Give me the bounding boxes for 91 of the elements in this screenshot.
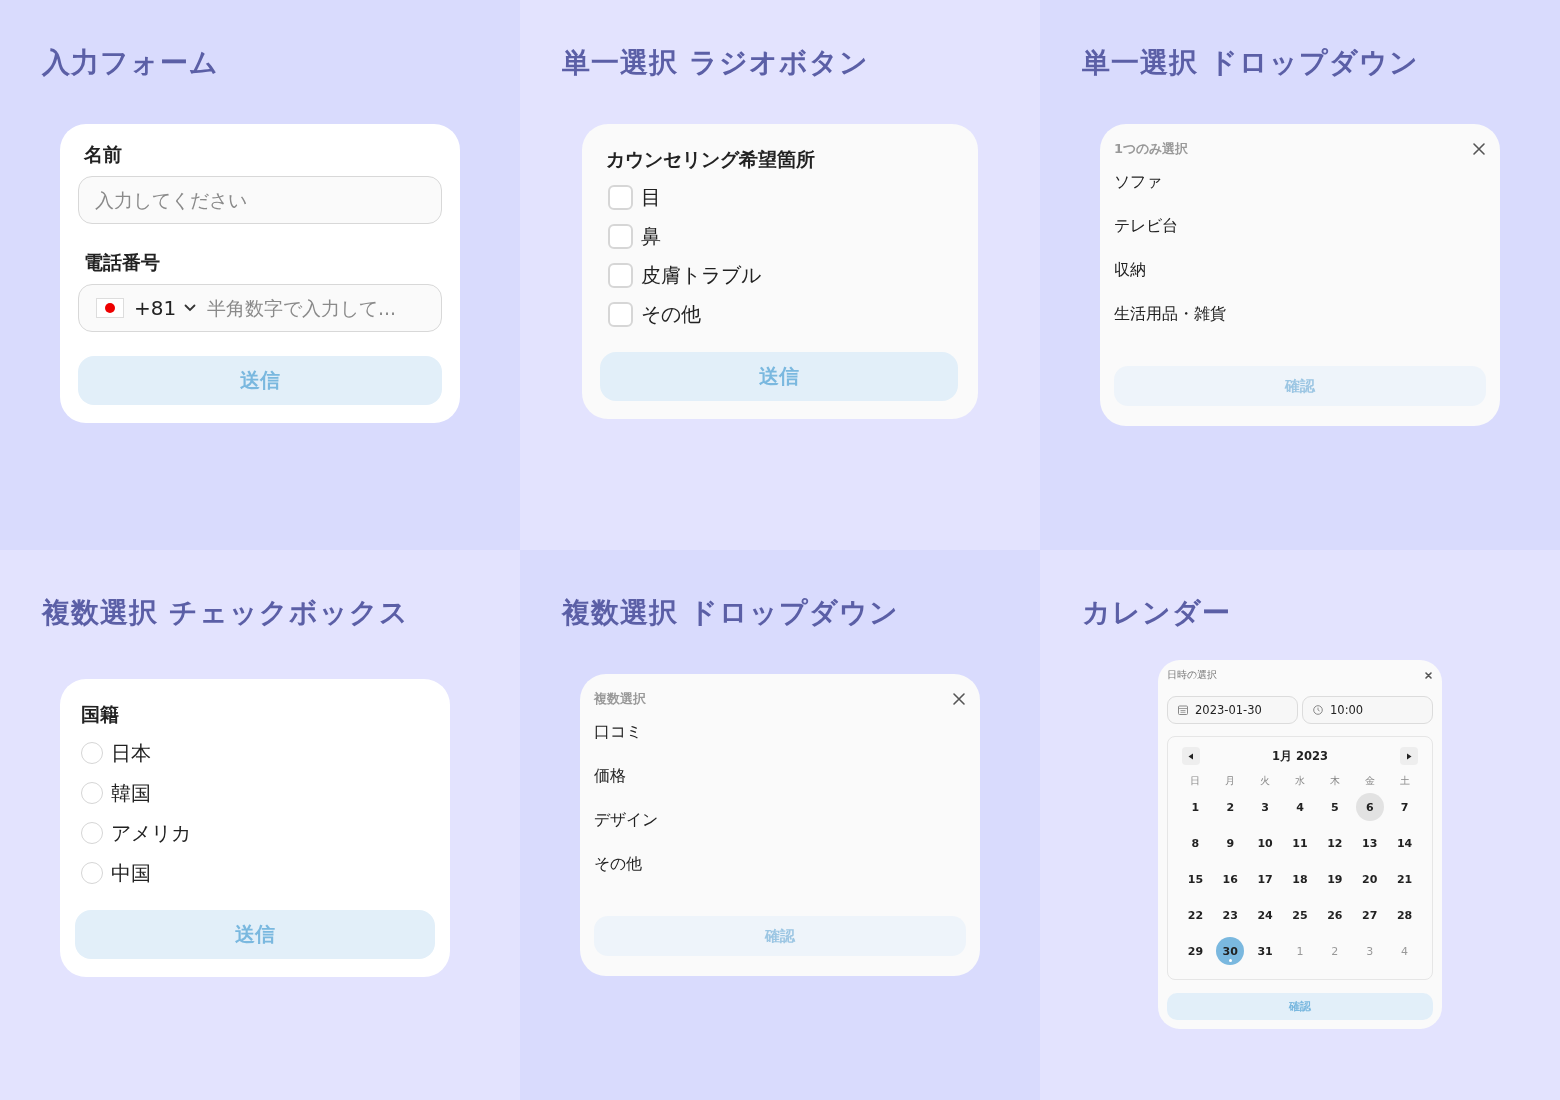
day-button[interactable]: 12 <box>1320 829 1349 857</box>
close-icon <box>1424 670 1433 680</box>
country-code: +81 <box>134 296 177 320</box>
dropdown-option[interactable]: 口コミ <box>594 710 966 754</box>
weekday-label: 土 <box>1398 774 1411 788</box>
day-button[interactable]: 6 <box>1355 793 1384 821</box>
day-button[interactable]: 30 <box>1216 937 1245 965</box>
option-label: 韓国 <box>111 779 151 807</box>
radio-button[interactable] <box>81 782 103 804</box>
text-field[interactable]: 入力してください <box>78 176 442 224</box>
day-button[interactable]: 5 <box>1320 793 1349 821</box>
checkbox[interactable] <box>608 302 633 327</box>
weekday-label: 月 <box>1224 774 1237 788</box>
right-triangle-icon <box>1406 752 1412 760</box>
day-button[interactable]: 3 <box>1251 793 1280 821</box>
option-label: 皮膚トラブル <box>641 262 761 289</box>
day-button[interactable]: 7 <box>1390 793 1419 821</box>
option-label: その他 <box>641 301 701 328</box>
day-button[interactable]: 21 <box>1390 865 1419 893</box>
dropdown-option[interactable]: 収納 <box>1114 248 1486 292</box>
day-button[interactable]: 10 <box>1251 829 1280 857</box>
japan-flag-icon <box>96 298 124 318</box>
dropdown-option[interactable]: 生活用品・雑貨 <box>1114 292 1486 336</box>
day-button[interactable]: 11 <box>1286 829 1314 857</box>
day-button[interactable]: 28 <box>1390 901 1419 929</box>
option-label: 鼻 <box>641 223 661 250</box>
dropdown-option[interactable]: デザイン <box>594 798 966 842</box>
day-button[interactable]: 29 <box>1181 937 1210 965</box>
section-title: カレンダー <box>1082 595 1231 631</box>
weekday-label: 日 <box>1189 774 1202 788</box>
checkbox[interactable] <box>608 224 633 249</box>
day-button[interactable]: 15 <box>1181 865 1210 893</box>
date-field[interactable]: 2023-01-30 <box>1167 696 1298 724</box>
weekday-label: 火 <box>1259 774 1272 788</box>
day-button[interactable]: 9 <box>1216 829 1245 857</box>
dropdown-title: 1つのみ選択 <box>1114 140 1189 158</box>
clock-icon <box>1313 705 1323 715</box>
checkbox[interactable] <box>608 185 633 210</box>
day-button[interactable]: 24 <box>1251 901 1280 929</box>
question-label: カウンセリング希望箇所 <box>606 147 816 172</box>
day-button[interactable]: 26 <box>1320 901 1349 929</box>
day-button[interactable]: 16 <box>1216 865 1245 893</box>
day-button[interactable]: 8 <box>1181 829 1210 857</box>
radio-button[interactable] <box>81 822 103 844</box>
day-button[interactable]: 25 <box>1286 901 1314 929</box>
dropdown-title: 複数選択 <box>594 690 646 708</box>
day-button[interactable]: 17 <box>1251 865 1280 893</box>
close-icon <box>952 692 966 706</box>
day-button[interactable]: 2 <box>1216 793 1245 821</box>
section-title: 単一選択 ドロップダウン <box>1082 45 1419 81</box>
day-button[interactable]: 22 <box>1181 901 1210 929</box>
day-button[interactable]: 31 <box>1251 937 1280 965</box>
day-button[interactable]: 18 <box>1286 865 1314 893</box>
day-button[interactable]: 19 <box>1320 865 1349 893</box>
weekday-label: 金 <box>1363 774 1376 788</box>
previous-month-button[interactable] <box>1182 747 1200 765</box>
picker-title: 日時の選択 <box>1167 668 1217 682</box>
field-label: 電話番号 <box>84 250 161 275</box>
dropdown-option[interactable]: 価格 <box>594 754 966 798</box>
calendar-icon <box>1178 705 1188 715</box>
question-label: 国籍 <box>81 702 120 727</box>
left-triangle-icon <box>1188 752 1194 760</box>
section-title: 複数選択 ドロップダウン <box>562 595 899 631</box>
radio-button[interactable] <box>81 862 103 884</box>
option-label: 目 <box>641 184 661 211</box>
day-button[interactable]: 14 <box>1390 829 1419 857</box>
close-icon <box>1472 142 1486 156</box>
radio-button[interactable] <box>81 742 103 764</box>
section-title: 単一選択 ラジオボタン <box>562 45 869 81</box>
section-title: 入力フォーム <box>42 45 219 81</box>
option-label: 中国 <box>111 859 151 887</box>
weekday-label: 木 <box>1328 774 1341 788</box>
option-label: 日本 <box>111 739 151 767</box>
day-button[interactable]: 23 <box>1216 901 1245 929</box>
next-month-button[interactable] <box>1400 747 1418 765</box>
dropdown-option[interactable]: その他 <box>594 842 966 886</box>
day-button[interactable]: 20 <box>1355 865 1384 893</box>
checkbox[interactable] <box>608 263 633 288</box>
section-title: 複数選択 チェックボックス <box>42 595 409 631</box>
option-label: アメリカ <box>111 819 191 847</box>
field-label: 名前 <box>84 142 123 167</box>
day-button[interactable]: 1 <box>1181 793 1210 821</box>
time-field[interactable]: 10:00 <box>1302 696 1433 724</box>
day-button[interactable]: 13 <box>1355 829 1384 857</box>
day-button[interactable]: 4 <box>1286 793 1314 821</box>
weekday-label: 水 <box>1294 774 1306 788</box>
month-label: 1月 2023 <box>1272 748 1328 764</box>
dropdown-option[interactable]: ソファ <box>1114 160 1486 204</box>
chevron-down-icon <box>184 304 197 312</box>
day-button[interactable]: 27 <box>1355 901 1384 929</box>
dropdown-option[interactable]: テレビ台 <box>1114 204 1486 248</box>
